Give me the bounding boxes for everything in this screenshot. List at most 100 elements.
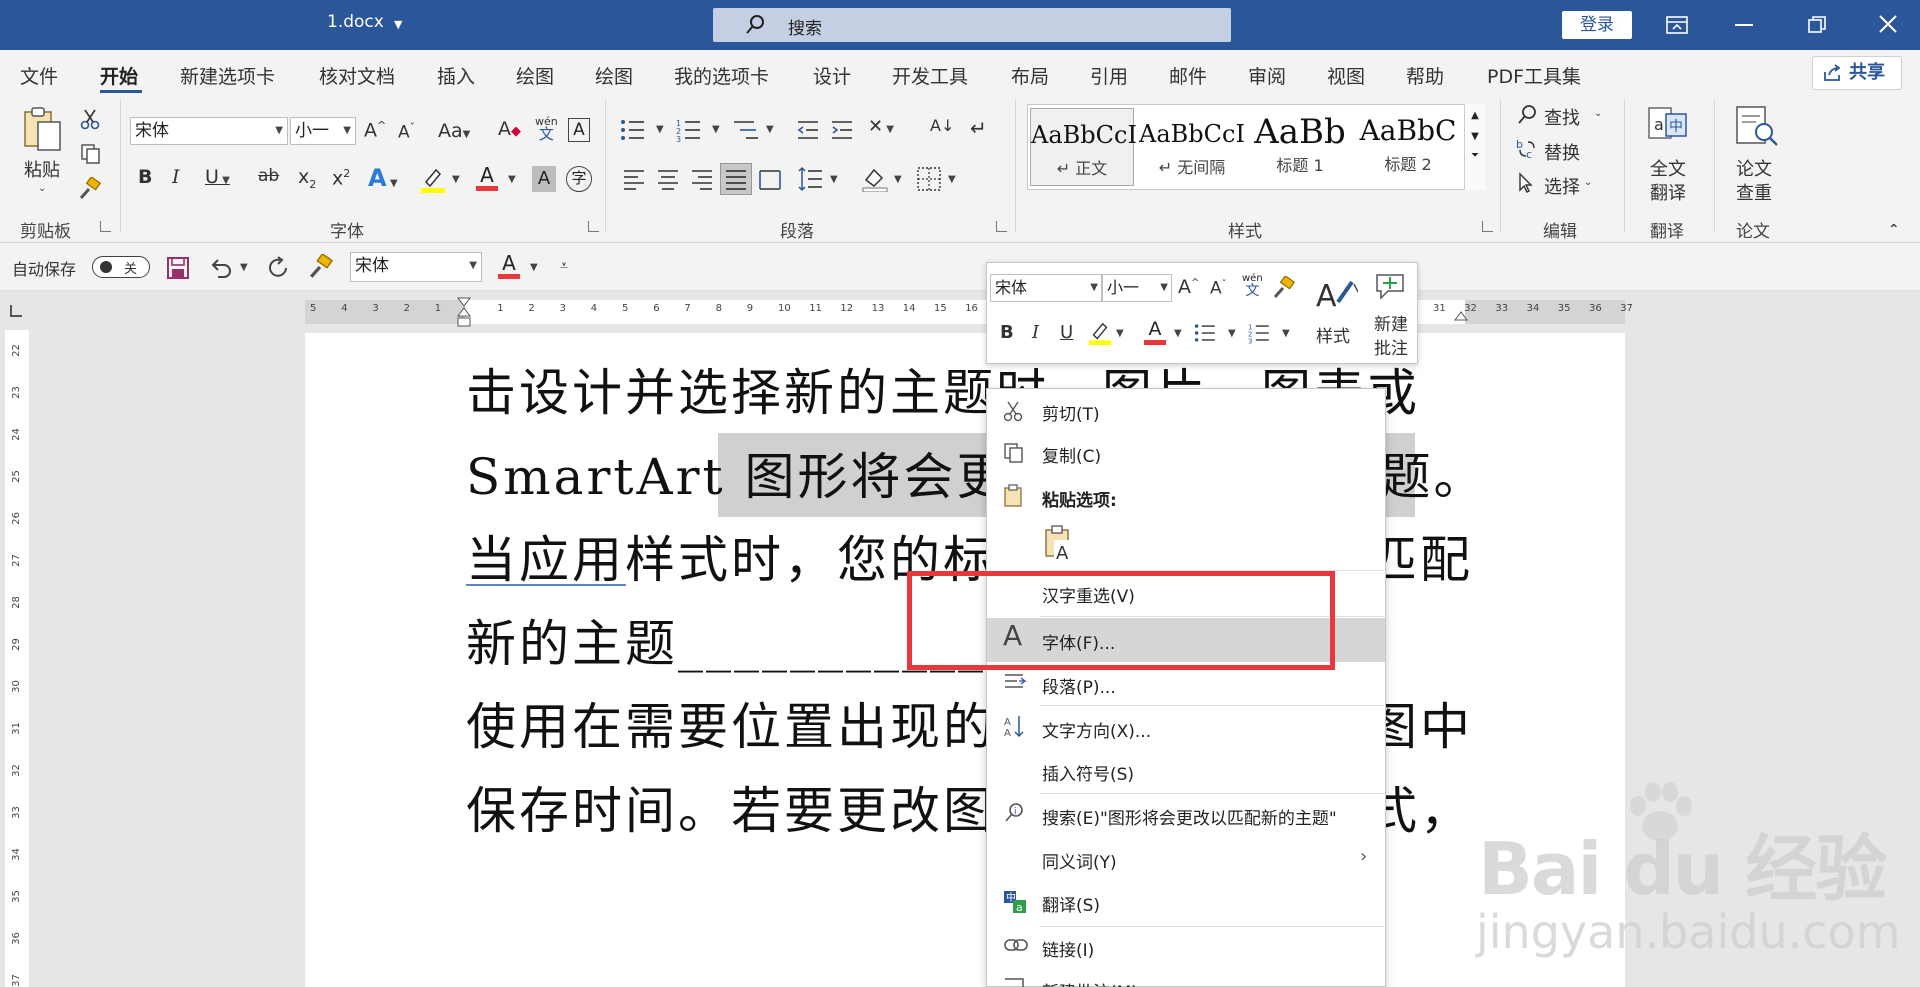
undo-icon[interactable] bbox=[208, 256, 234, 280]
font-color-icon[interactable]: A bbox=[476, 164, 498, 191]
superscript-icon[interactable]: x2 bbox=[332, 168, 350, 188]
enclosed-characters-icon[interactable]: 字 bbox=[566, 166, 592, 192]
find-button[interactable]: 查找 bbox=[1544, 104, 1580, 130]
tab-design[interactable]: 设计 bbox=[813, 62, 851, 89]
full-text-translate-label-1[interactable]: 全文 bbox=[1650, 155, 1686, 181]
subscript-icon[interactable]: x2 bbox=[298, 168, 316, 190]
chevron-down-icon[interactable]: ▼ bbox=[452, 174, 460, 185]
chevron-down-icon[interactable]: ⌄ bbox=[1594, 108, 1602, 119]
font-color-icon[interactable]: A bbox=[1144, 318, 1166, 345]
select-icon[interactable] bbox=[1516, 172, 1536, 194]
chevron-down-icon[interactable]: ▼ bbox=[1228, 328, 1236, 339]
numbering-icon[interactable]: 123 bbox=[676, 118, 706, 142]
show-formatting-marks-icon[interactable]: ↵ bbox=[970, 118, 987, 138]
phonetic-guide-icon[interactable]: wén 文 bbox=[535, 116, 558, 142]
thesis-check-label-2[interactable]: 查重 bbox=[1736, 179, 1772, 205]
chevron-down-icon[interactable]: ▼ bbox=[240, 262, 248, 273]
styles-brush-icon[interactable]: A bbox=[1314, 272, 1358, 312]
shrink-font-icon[interactable]: Aˇ bbox=[1210, 280, 1227, 298]
bullets-icon[interactable] bbox=[620, 118, 650, 142]
chevron-down-icon[interactable]: ▼ bbox=[508, 174, 516, 185]
numbering-icon[interactable]: 123 bbox=[1248, 322, 1274, 344]
clipboard-launcher-icon[interactable] bbox=[100, 221, 111, 232]
distributed-icon[interactable] bbox=[758, 168, 782, 190]
borders-icon[interactable] bbox=[916, 166, 942, 192]
highlighter-icon[interactable] bbox=[420, 166, 446, 194]
tab-draw-2[interactable]: 绘图 bbox=[595, 62, 633, 89]
strikethrough-icon[interactable]: ab bbox=[258, 168, 279, 185]
new-comment-label-1[interactable]: 新建 bbox=[1374, 310, 1408, 335]
right-indent-marker-icon[interactable] bbox=[1453, 300, 1469, 322]
align-center-icon[interactable] bbox=[656, 168, 680, 190]
new-comment-icon[interactable] bbox=[1374, 272, 1406, 302]
replace-button[interactable]: 替换 bbox=[1544, 139, 1580, 165]
font-color-icon[interactable]: A bbox=[498, 252, 520, 279]
ribbon-display-options-icon[interactable] bbox=[1665, 14, 1689, 36]
paste-icon[interactable] bbox=[22, 106, 64, 154]
format-painter-icon[interactable] bbox=[308, 254, 334, 280]
context-menu-insert-symbol[interactable]: 插入符号(S) bbox=[1042, 760, 1134, 785]
tab-new-tab[interactable]: 新建选项卡 bbox=[180, 62, 275, 89]
chevron-down-icon[interactable]: ▼ bbox=[1174, 328, 1182, 339]
mini-size-select[interactable]: 小一 ▼ bbox=[1102, 274, 1172, 302]
context-menu-copy[interactable]: 复制(C) bbox=[1042, 442, 1101, 467]
grow-font-icon[interactable]: A^ bbox=[1178, 278, 1199, 297]
bold-icon[interactable]: B bbox=[138, 168, 152, 187]
paste-button[interactable]: 粘贴 bbox=[24, 156, 60, 182]
thesis-check-icon[interactable] bbox=[1734, 104, 1780, 150]
chevron-down-icon[interactable]: ▼ bbox=[530, 262, 538, 273]
style-no-spacing[interactable]: AaBbCcI ↵ 无间隔 bbox=[1138, 108, 1246, 186]
italic-icon[interactable]: I bbox=[1032, 324, 1039, 342]
highlighter-icon[interactable] bbox=[1088, 320, 1112, 346]
chevron-down-icon[interactable]: ▼ bbox=[894, 174, 902, 185]
style-normal[interactable]: AaBbCcI ↵ 正文 bbox=[1030, 108, 1137, 186]
clear-formatting-icon[interactable]: A◆ bbox=[498, 120, 521, 139]
styles-launcher-icon[interactable] bbox=[1482, 221, 1493, 232]
context-menu-link[interactable]: 链接(I) bbox=[1042, 936, 1094, 961]
chevron-down-icon[interactable]: ▼ bbox=[1465, 131, 1485, 142]
mini-font-select[interactable]: 宋体 ▼ bbox=[990, 274, 1102, 302]
context-menu-text-direction[interactable]: 文字方向(X)... bbox=[1042, 717, 1151, 742]
new-comment-label-2[interactable]: 批注 bbox=[1374, 334, 1408, 359]
chevron-down-icon[interactable]: ▼ bbox=[1282, 328, 1290, 339]
font-size-select[interactable]: 小一 ▼ bbox=[290, 117, 356, 145]
mini-styles-label[interactable]: 样式 bbox=[1316, 322, 1350, 347]
chevron-down-icon[interactable]: ▼ bbox=[1116, 328, 1124, 339]
thesis-check-label-1[interactable]: 论文 bbox=[1736, 155, 1772, 181]
tab-layout[interactable]: 布局 bbox=[1011, 62, 1049, 89]
line-spacing-icon[interactable] bbox=[798, 166, 824, 192]
shading-icon[interactable] bbox=[862, 166, 888, 192]
customize-qat-icon[interactable]: ⩡ bbox=[560, 258, 568, 274]
chevron-down-icon[interactable]: ▼ bbox=[948, 174, 956, 185]
tab-draw[interactable]: 绘图 bbox=[516, 62, 554, 89]
tab-review[interactable]: 审阅 bbox=[1248, 62, 1286, 89]
bold-icon[interactable]: B bbox=[1000, 324, 1014, 342]
chinese-layout-icon[interactable]: ✕ ▼ bbox=[868, 118, 894, 136]
paste-keep-text-only-icon[interactable]: A bbox=[1042, 524, 1076, 562]
align-right-icon[interactable] bbox=[690, 168, 714, 190]
paste-dropdown-icon[interactable]: ⌄ bbox=[38, 183, 46, 194]
decrease-indent-icon[interactable] bbox=[796, 118, 820, 142]
context-menu-paragraph[interactable]: 段落(P)... bbox=[1042, 673, 1116, 698]
italic-icon[interactable]: I bbox=[172, 168, 180, 187]
tab-home[interactable]: 开始 bbox=[100, 62, 138, 89]
cut-icon[interactable] bbox=[80, 108, 100, 130]
context-menu-new-comment[interactable]: 新建批注(M) bbox=[1042, 978, 1138, 987]
context-menu-search[interactable]: 搜索(E)"图形将会更改以匹配新的主题" bbox=[1042, 804, 1337, 829]
grow-font-icon[interactable]: A^ bbox=[364, 120, 386, 140]
chevron-up-icon[interactable]: ▲ bbox=[1465, 110, 1485, 121]
underline-icon[interactable]: U bbox=[1060, 324, 1073, 342]
multilevel-list-icon[interactable] bbox=[732, 118, 762, 142]
chevron-down-icon[interactable]: ▼ bbox=[394, 18, 402, 31]
tab-mailings[interactable]: 邮件 bbox=[1169, 62, 1207, 89]
shrink-font-icon[interactable]: Aˇ bbox=[398, 122, 415, 142]
paragraph-launcher-icon[interactable] bbox=[996, 221, 1007, 232]
gallery-more-icon[interactable]: ⏷ bbox=[1465, 150, 1485, 161]
align-left-icon[interactable] bbox=[622, 168, 646, 190]
tab-references[interactable]: 引用 bbox=[1090, 62, 1128, 89]
phonetic-guide-icon[interactable]: wén 文 bbox=[1242, 274, 1263, 299]
text-effects-icon[interactable]: A ▼ bbox=[368, 166, 398, 190]
style-heading-1[interactable]: AaBb 标题 1 bbox=[1250, 108, 1350, 186]
format-painter-icon[interactable] bbox=[1272, 276, 1296, 300]
chevron-down-icon[interactable]: ⌄ bbox=[1584, 177, 1592, 188]
